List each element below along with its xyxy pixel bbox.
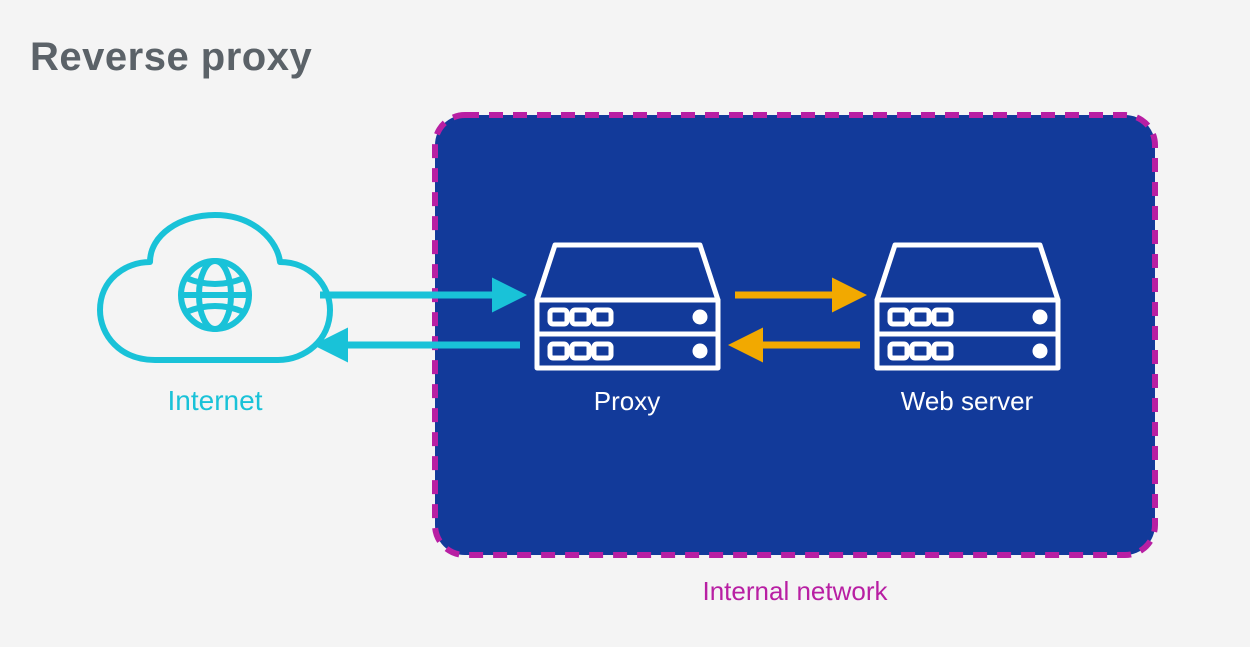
cloud-icon xyxy=(100,215,330,360)
globe-icon xyxy=(181,261,249,329)
proxy-label: Proxy xyxy=(594,386,660,416)
internal-network-label: Internal network xyxy=(703,576,889,606)
internet-label: Internet xyxy=(168,385,263,416)
web-server-label: Web server xyxy=(901,386,1034,416)
reverse-proxy-diagram: Internet Proxy Web server xyxy=(0,0,1250,647)
